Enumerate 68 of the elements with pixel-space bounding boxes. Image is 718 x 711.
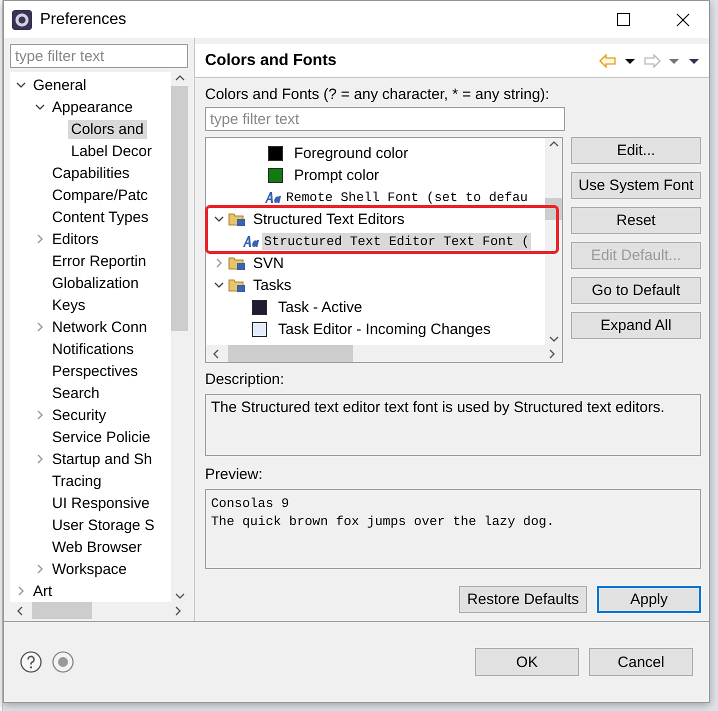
filter-field[interactable]: type filter text bbox=[205, 107, 565, 131]
scrollbar-thumb[interactable] bbox=[228, 345, 353, 362]
tree-item[interactable]: Workspace bbox=[49, 560, 130, 578]
tree-item[interactable]: Capabilities bbox=[49, 164, 133, 182]
window-title: Preferences bbox=[40, 10, 128, 28]
tree-item[interactable]: Tasks bbox=[250, 276, 294, 294]
vertical-scrollbar[interactable] bbox=[545, 138, 562, 345]
folder-icon bbox=[228, 255, 246, 271]
tree-item[interactable]: Prompt color bbox=[291, 166, 382, 184]
tree-item[interactable]: Search bbox=[49, 384, 103, 402]
folder-icon bbox=[228, 211, 246, 227]
tree-item[interactable]: Web Browser bbox=[49, 538, 145, 556]
preview-text: The quick brown fox jumps over the lazy dog. bbox=[211, 513, 556, 531]
restore-defaults-button[interactable]: Restore Defaults bbox=[459, 586, 587, 613]
tree-item[interactable]: Startup and Sh bbox=[49, 450, 156, 468]
action-button[interactable]: Edit... bbox=[571, 137, 701, 164]
tree-item[interactable]: Editors bbox=[49, 230, 102, 248]
tree-item[interactable]: Security bbox=[49, 406, 110, 424]
font-icon bbox=[243, 236, 259, 246]
tree-item[interactable]: User Storage S bbox=[49, 516, 158, 534]
folder-icon bbox=[228, 277, 246, 293]
tree-item[interactable]: Task Editor - Incoming Changes bbox=[275, 320, 494, 338]
tree-item[interactable]: Keys bbox=[49, 296, 88, 314]
horizontal-scrollbar[interactable] bbox=[206, 345, 562, 362]
action-button[interactable]: Go to Default bbox=[571, 277, 701, 304]
action-button[interactable]: Reset bbox=[571, 207, 701, 234]
maximize-icon bbox=[616, 13, 630, 26]
tree-item[interactable]: Structured Text Editors bbox=[250, 210, 408, 228]
tree-item[interactable]: Service Policie bbox=[49, 428, 154, 446]
description-text: The Structured text editor text font is used by Structured text editors. bbox=[205, 394, 701, 456]
dialog-button[interactable]: OK bbox=[475, 648, 579, 676]
app-logo-icon bbox=[12, 10, 32, 30]
tree-item[interactable]: Network Conn bbox=[49, 318, 150, 336]
tree-item[interactable]: Remote Shell Font (set to defau bbox=[284, 188, 530, 206]
dialog-button[interactable]: Cancel bbox=[589, 648, 693, 676]
filter-label: Colors and Fonts (? = any character, * = any string): bbox=[205, 86, 550, 103]
tree-item[interactable]: Globalization bbox=[49, 274, 142, 292]
scrollbar-thumb[interactable] bbox=[32, 602, 92, 619]
page-title: Colors and Fonts bbox=[205, 52, 338, 70]
apply-button[interactable]: Apply bbox=[597, 586, 701, 613]
action-button[interactable]: Expand All bbox=[571, 312, 701, 339]
tree-item[interactable]: Error Reportin bbox=[49, 252, 150, 270]
preview-label: Preview: bbox=[205, 466, 264, 483]
tree-item[interactable]: Perspectives bbox=[49, 362, 141, 380]
tree-item[interactable]: Tracing bbox=[49, 472, 104, 490]
tree-item[interactable]: Notifications bbox=[49, 340, 137, 358]
back-arrow-icon[interactable] bbox=[599, 54, 617, 68]
font-icon bbox=[265, 192, 281, 202]
tree-item[interactable]: Compare/Patc bbox=[49, 186, 151, 204]
tree-item[interactable]: Colors and bbox=[68, 120, 147, 138]
tree-item[interactable]: Structured Text Editor Text Font ( bbox=[262, 232, 532, 250]
filter-field[interactable]: type filter text bbox=[10, 44, 188, 68]
action-button[interactable]: Use System Font bbox=[571, 172, 701, 199]
preview-text: Consolas 9 bbox=[211, 495, 290, 513]
tree-item[interactable]: Appearance bbox=[49, 98, 136, 116]
help-icon[interactable] bbox=[20, 651, 42, 673]
close-icon bbox=[676, 12, 690, 26]
tree-item[interactable]: Content Types bbox=[49, 208, 152, 226]
tree-item[interactable]: SVN bbox=[250, 254, 287, 272]
tree-item[interactable]: Task - Active bbox=[275, 298, 366, 316]
tree-item[interactable]: Foreground color bbox=[291, 144, 412, 162]
scrollbar-thumb[interactable] bbox=[171, 86, 188, 331]
tree-item[interactable]: Label Decor bbox=[68, 142, 155, 160]
record-icon[interactable] bbox=[52, 651, 74, 673]
tree-item[interactable]: UI Responsive bbox=[49, 494, 153, 512]
description-label: Description: bbox=[205, 371, 286, 388]
tree-item[interactable]: General bbox=[30, 76, 90, 94]
tree-item[interactable]: Art bbox=[30, 582, 56, 600]
